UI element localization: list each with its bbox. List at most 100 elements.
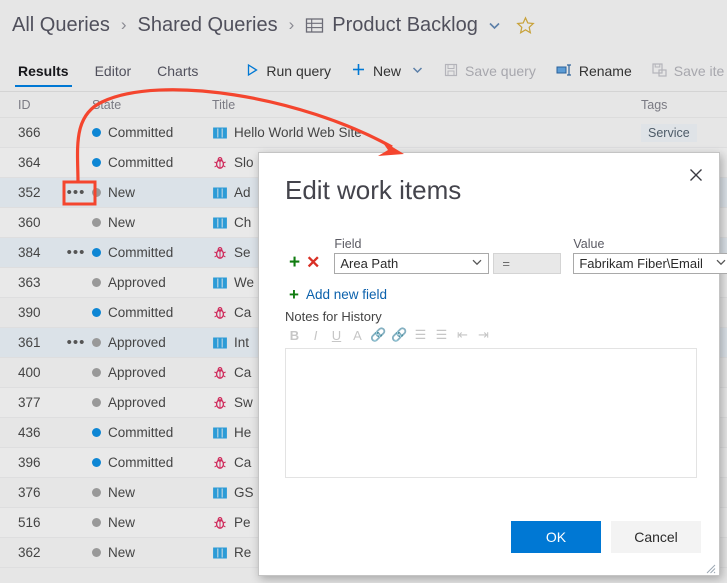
tab-results-label: Results — [18, 63, 69, 79]
chevron-down-icon[interactable] — [487, 18, 502, 33]
bulleted-list-icon[interactable]: ☰ — [411, 326, 430, 344]
state-dot-icon — [92, 488, 101, 497]
save-icon — [444, 63, 458, 80]
breadcrumb-separator: › — [120, 15, 127, 34]
row-state: New — [92, 485, 212, 500]
chevron-down-icon — [715, 256, 727, 271]
column-header-id[interactable]: ID — [0, 98, 60, 112]
row-title-label: Re — [234, 545, 252, 560]
row-title-label: GS — [234, 485, 254, 500]
row-id: 516 — [18, 515, 41, 530]
save-query-label: Save query — [465, 63, 536, 79]
value-select[interactable]: Fabrikam Fiber\Email — [573, 253, 727, 274]
row-title-label: Ca — [234, 455, 252, 470]
unlink-icon[interactable]: 🔗 — [390, 326, 409, 344]
tab-results[interactable]: Results — [5, 50, 82, 92]
row-state-label: Approved — [108, 365, 166, 380]
bug-icon — [212, 365, 227, 380]
rename-button[interactable]: Rename — [546, 50, 642, 92]
grid-header-row: ID State Title Tags — [0, 92, 727, 118]
tag-chip[interactable]: Service — [641, 123, 697, 142]
ok-button[interactable]: OK — [511, 521, 601, 553]
tab-charts[interactable]: Charts — [144, 50, 211, 92]
clear-format-icon[interactable]: A — [348, 326, 367, 344]
rename-label: Rename — [578, 63, 632, 79]
field-row-actions: + ✕ — [289, 253, 320, 274]
new-button[interactable]: New — [341, 50, 434, 92]
row-id: 384 — [18, 245, 41, 260]
row-state: Committed — [92, 425, 212, 440]
breadcrumb: All Queries › Shared Queries › Product B… — [0, 0, 727, 50]
dialog-footer: OK Cancel — [259, 503, 719, 575]
backlog-item-icon — [212, 215, 227, 230]
row-state: Approved — [92, 275, 212, 290]
increase-indent-icon[interactable]: ⇥ — [474, 326, 493, 344]
breadcrumb-item-all-queries[interactable]: All Queries — [12, 14, 110, 37]
state-dot-icon — [92, 278, 101, 287]
row-id: 352 — [18, 185, 41, 200]
numbered-list-icon[interactable]: ☰ — [432, 326, 451, 344]
bold-icon[interactable]: B — [285, 326, 304, 344]
save-items-icon — [652, 62, 667, 80]
row-title-label: Ad — [234, 185, 251, 200]
field-select[interactable]: Area Path — [334, 253, 490, 274]
row-state: Approved — [92, 335, 212, 350]
state-dot-icon — [92, 248, 101, 257]
state-dot-icon — [92, 548, 101, 557]
remove-icon[interactable]: ✕ — [306, 254, 320, 271]
row-title-label: Ch — [234, 215, 252, 230]
breadcrumb-item-product-backlog[interactable]: Product Backlog — [332, 14, 478, 37]
value-label: Value — [573, 237, 605, 251]
row-state-label: New — [108, 185, 136, 200]
row-id: 436 — [18, 425, 41, 440]
row-state: Committed — [92, 455, 212, 470]
backlog-item-icon — [212, 425, 227, 440]
table-row[interactable]: 366 Committed Hello World Web Site Service — [0, 118, 727, 148]
row-title-label: Hello World Web Site — [234, 125, 362, 140]
notes-for-history-label: Notes for History — [285, 309, 382, 324]
row-id: 361 — [18, 335, 41, 350]
decrease-indent-icon[interactable]: ⇤ — [453, 326, 472, 344]
bug-icon — [212, 245, 227, 260]
row-state-label: Committed — [108, 125, 174, 140]
resize-grip-icon[interactable] — [705, 561, 716, 574]
backlog-item-icon — [212, 125, 227, 140]
italic-icon[interactable]: I — [306, 326, 325, 344]
chevron-down-icon[interactable] — [411, 63, 424, 79]
row-id: 360 — [18, 215, 41, 230]
star-icon[interactable] — [516, 15, 535, 35]
row-state-label: Approved — [108, 395, 166, 410]
column-header-state[interactable]: State — [92, 98, 212, 112]
row-id: 377 — [18, 395, 41, 410]
row-title-label: Pe — [234, 515, 251, 530]
notes-for-history-input[interactable] — [285, 348, 697, 478]
column-header-tags[interactable]: Tags — [641, 98, 727, 112]
rename-icon — [556, 63, 572, 80]
row-state-label: New — [108, 515, 136, 530]
row-state: Committed — [92, 125, 212, 140]
breadcrumb-item-shared-queries[interactable]: Shared Queries — [137, 14, 277, 37]
row-state: Approved — [92, 395, 212, 410]
row-title-label: Sw — [234, 395, 253, 410]
close-icon[interactable] — [683, 162, 709, 188]
underline-icon[interactable]: U — [327, 326, 346, 344]
plus-icon[interactable]: + — [289, 253, 300, 272]
backlog-item-icon — [212, 545, 227, 560]
add-new-field-link[interactable]: + Add new field — [289, 286, 719, 303]
tab-editor[interactable]: Editor — [82, 50, 145, 92]
row-state-label: Committed — [108, 305, 174, 320]
row-state: New — [92, 515, 212, 530]
field-row: + ✕ Field Area Path = Value Fabrikam Fib… — [259, 237, 727, 274]
field-label: Field — [334, 237, 362, 251]
cancel-button[interactable]: Cancel — [611, 521, 701, 553]
run-query-button[interactable]: Run query — [235, 50, 341, 92]
row-state: Committed — [92, 305, 212, 320]
bug-icon — [212, 155, 227, 170]
row-state: New — [92, 545, 212, 560]
row-title-label: Ca — [234, 365, 252, 380]
link-icon[interactable]: 🔗 — [369, 326, 388, 344]
bug-icon — [212, 455, 227, 470]
backlog-item-icon — [212, 335, 227, 350]
row-state-label: Approved — [108, 275, 166, 290]
column-header-title[interactable]: Title — [212, 98, 641, 112]
